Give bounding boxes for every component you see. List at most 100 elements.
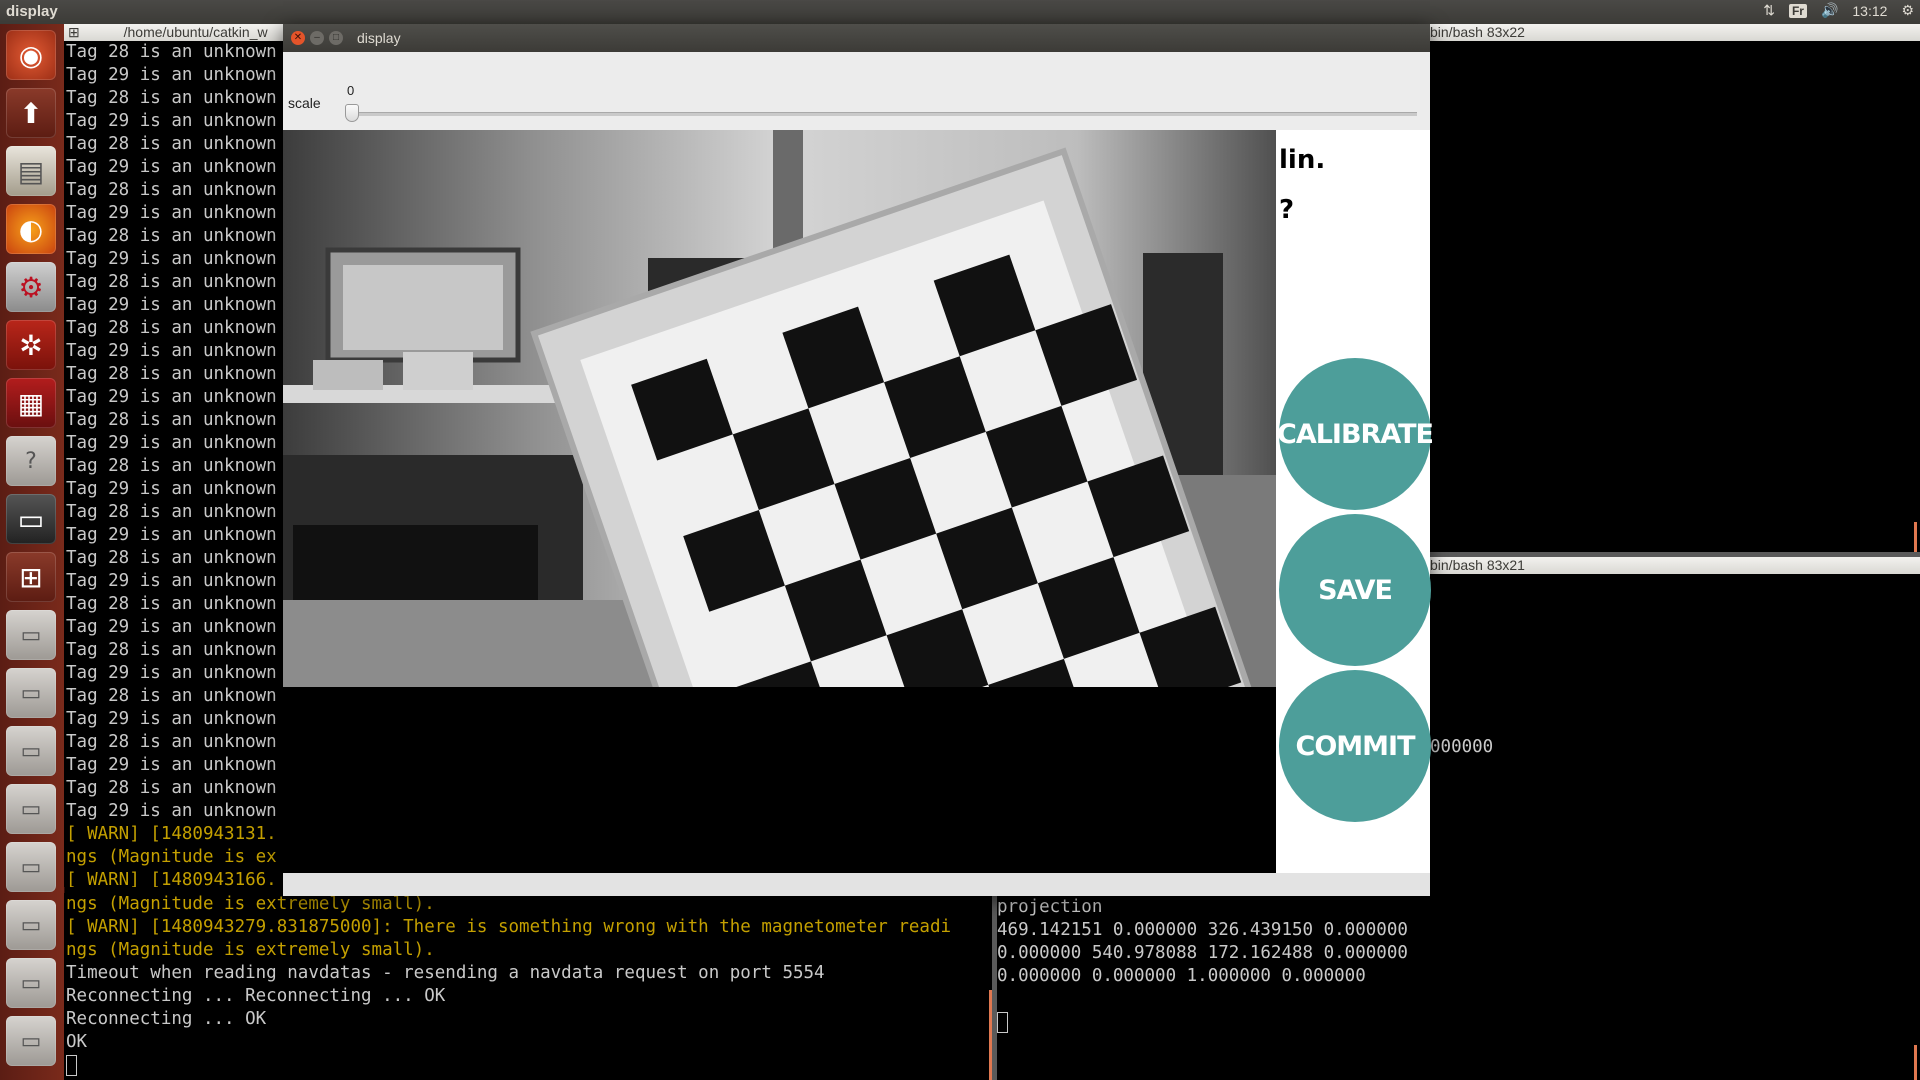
terminal-line: [ WARN] [1480943166. (66, 870, 277, 887)
terminal-left-output[interactable]: Tag 28 is an unknown Tag 29 is an unknown… (64, 41, 285, 887)
terminal-line: ngs (Magnitude is extremely small). (66, 940, 435, 960)
terminal-line: Tag 29 is an unknown (66, 571, 277, 591)
drive-icon[interactable]: ▭ (6, 842, 56, 892)
terminal-line: Tag 28 is an unknown (66, 502, 277, 522)
terminal-line: Tag 29 is an unknown (66, 295, 277, 315)
calibrate-button[interactable]: CALIBRATE (1277, 358, 1434, 510)
terminal-line: Tag 29 is an unknown (66, 617, 277, 637)
active-app-title: display (6, 3, 58, 20)
terminal-line: Tag 29 is an unknown (66, 65, 277, 85)
slider-value: 0 (347, 83, 355, 98)
launcher: ◉ ⬆ ▤ ◐ ⚙ ✲ ▦ ? ▭ ⊞ ▭ ▭ ▭ ▭ ▭ ▭ ▭ ▭ (0, 24, 65, 1080)
terminal-line: Tag 28 is an unknown (66, 686, 277, 706)
terminal-line: ngs (Magnitude is extremely small). (66, 894, 435, 914)
drive-icon[interactable]: ▭ (6, 668, 56, 718)
drive-icon[interactable]: ▭ (6, 900, 56, 950)
terminal-left-titlebar[interactable]: ⊞ /home/ubuntu/catkin_w (64, 24, 283, 41)
terminal-right-top-titlebar[interactable]: bin/bash 83x22 (1430, 24, 1920, 41)
terminal-line: Reconnecting ... OK (66, 1009, 267, 1029)
terminal-line: Tag 28 is an unknown (66, 732, 277, 752)
terminal-line: [ WARN] [1480943279.831875000]: There is… (66, 917, 952, 937)
maximize-icon[interactable]: □ (329, 31, 343, 45)
terminal-line: Tag 28 is an unknown (66, 42, 277, 62)
calibration-side-panel: lin. ? CALIBRATE SAVE COMMIT (1276, 130, 1434, 873)
terminal-line: Tag 28 is an unknown (66, 410, 277, 430)
terminal-line: Reconnecting ... Reconnecting ... OK (66, 986, 446, 1006)
drive-icon[interactable]: ▭ (6, 958, 56, 1008)
terminal-right-top-title: bin/bash 83x22 (1430, 24, 1525, 40)
side-panel-text-1: lin. (1279, 145, 1326, 175)
display-window: ✕ – □ display scale 0 lin. ? CALIBRATE S… (283, 24, 1434, 896)
terminal-line: Tag 28 is an unknown (66, 134, 277, 154)
close-icon[interactable]: ✕ (291, 31, 305, 45)
scale-slider-track[interactable] (347, 112, 1417, 116)
window-titlebar[interactable]: ✕ – □ display (283, 24, 1430, 52)
drive-icon[interactable]: ▭ (6, 1016, 56, 1066)
drive-icon[interactable]: ▭ (6, 784, 56, 834)
projection-matrix-line: 469.142151 0.000000 326.439150 0.000000 (997, 920, 1408, 940)
files-icon[interactable]: ▤ (6, 146, 56, 196)
commit-button[interactable]: COMMIT (1279, 670, 1431, 822)
terminal-line: Tag 28 is an unknown (66, 548, 277, 568)
terminal-right-top-output[interactable] (1430, 41, 1920, 552)
projection-matrix-line: 0.000000 540.978088 172.162488 0.000000 (997, 943, 1408, 963)
terminal-right-middle-title: bin/bash 83x21 (1430, 557, 1525, 573)
terminal-line: Tag 29 is an unknown (66, 479, 277, 499)
ubuntu-dash-icon[interactable]: ◉ (6, 30, 56, 80)
terminal-line: Tag 29 is an unknown (66, 203, 277, 223)
software-updater-icon[interactable]: ⬆ (6, 88, 56, 138)
terminal-line: Tag 29 is an unknown (66, 709, 277, 729)
drive-icon[interactable]: ▭ (6, 610, 56, 660)
firefox-icon[interactable]: ◐ (6, 204, 56, 254)
volume-icon[interactable]: 🔊 (1821, 2, 1838, 19)
top-panel: display ⇅ Fr 🔊 13:12 ⚙ (0, 0, 1920, 24)
terminal-icon[interactable]: ▭ (6, 494, 56, 544)
terminal-left-title: /home/ubuntu/catkin_w (123, 24, 268, 40)
indicator-area: ⇅ Fr 🔊 13:12 ⚙ (1763, 2, 1914, 19)
terminal-line: Tag 29 is an unknown (66, 801, 277, 821)
projection-matrix-line: projection (997, 897, 1103, 917)
terminal-line: Tag 28 is an unknown (66, 88, 277, 108)
monitor-app-icon[interactable]: ▦ (6, 378, 56, 428)
terminal-bottom-left-output[interactable]: ngs (Magnitude is extremely small). [ WAR… (64, 893, 991, 1080)
window-bottom-bar (283, 873, 1430, 896)
image-canvas[interactable] (283, 130, 1276, 873)
terminal-line: Tag 28 is an unknown (66, 594, 277, 614)
scale-slider-thumb[interactable] (345, 104, 359, 122)
terminal-line: Tag 29 is an unknown (66, 755, 277, 775)
rviz-icon[interactable]: ✲ (6, 320, 56, 370)
keyboard-layout-indicator[interactable]: Fr (1788, 3, 1807, 18)
workspace-switcher-icon[interactable]: ⊞ (6, 552, 56, 602)
terminal-bottom-right-output[interactable]: projection 469.142151 0.000000 326.439150… (997, 896, 1920, 1080)
terminal-line: Tag 28 is an unknown (66, 364, 277, 384)
terminal-line: Tag 28 is an unknown (66, 318, 277, 338)
terminal-line: Tag 28 is an unknown (66, 180, 277, 200)
terminal-line: [ WARN] [1480943131. (66, 824, 277, 844)
terminal-right-middle-titlebar[interactable]: bin/bash 83x21 (1430, 557, 1920, 574)
terminal-right-middle-output[interactable]: 000000 (1430, 574, 1920, 893)
terminal-line: Tag 29 is an unknown (66, 433, 277, 453)
terminal-line: Tag 29 is an unknown (66, 341, 277, 361)
help-icon[interactable]: ? (6, 436, 56, 486)
projection-matrix-line: 0.000000 0.000000 1.000000 0.000000 (997, 966, 1366, 986)
terminal-line: Tag 29 is an unknown (66, 249, 277, 269)
minimize-icon[interactable]: – (310, 31, 324, 45)
network-icon[interactable]: ⇅ (1763, 2, 1775, 19)
drive-icon[interactable]: ▭ (6, 726, 56, 776)
terminal-cursor (997, 1011, 1008, 1033)
camera-feed-scene (283, 130, 1276, 687)
terminal-line: Tag 28 is an unknown (66, 272, 277, 292)
terminal-cursor (66, 1054, 77, 1076)
system-settings-icon[interactable]: ⚙ (6, 262, 56, 312)
terminal-line: Tag 29 is an unknown (66, 387, 277, 407)
terminal-line: Tag 28 is an unknown (66, 226, 277, 246)
terminal-line: Tag 28 is an unknown (66, 778, 277, 798)
terminal-line: Timeout when reading navdatas - resendin… (66, 963, 825, 983)
terminal-line: OK (66, 1032, 88, 1052)
gear-icon[interactable]: ⚙ (1901, 2, 1914, 19)
save-button[interactable]: SAVE (1279, 514, 1431, 666)
terminal-right-middle-text: 000000 (1430, 737, 1494, 757)
scroll-indicator (1914, 1045, 1917, 1080)
clock[interactable]: 13:12 (1852, 3, 1887, 19)
terminal-line: Tag 28 is an unknown (66, 456, 277, 476)
